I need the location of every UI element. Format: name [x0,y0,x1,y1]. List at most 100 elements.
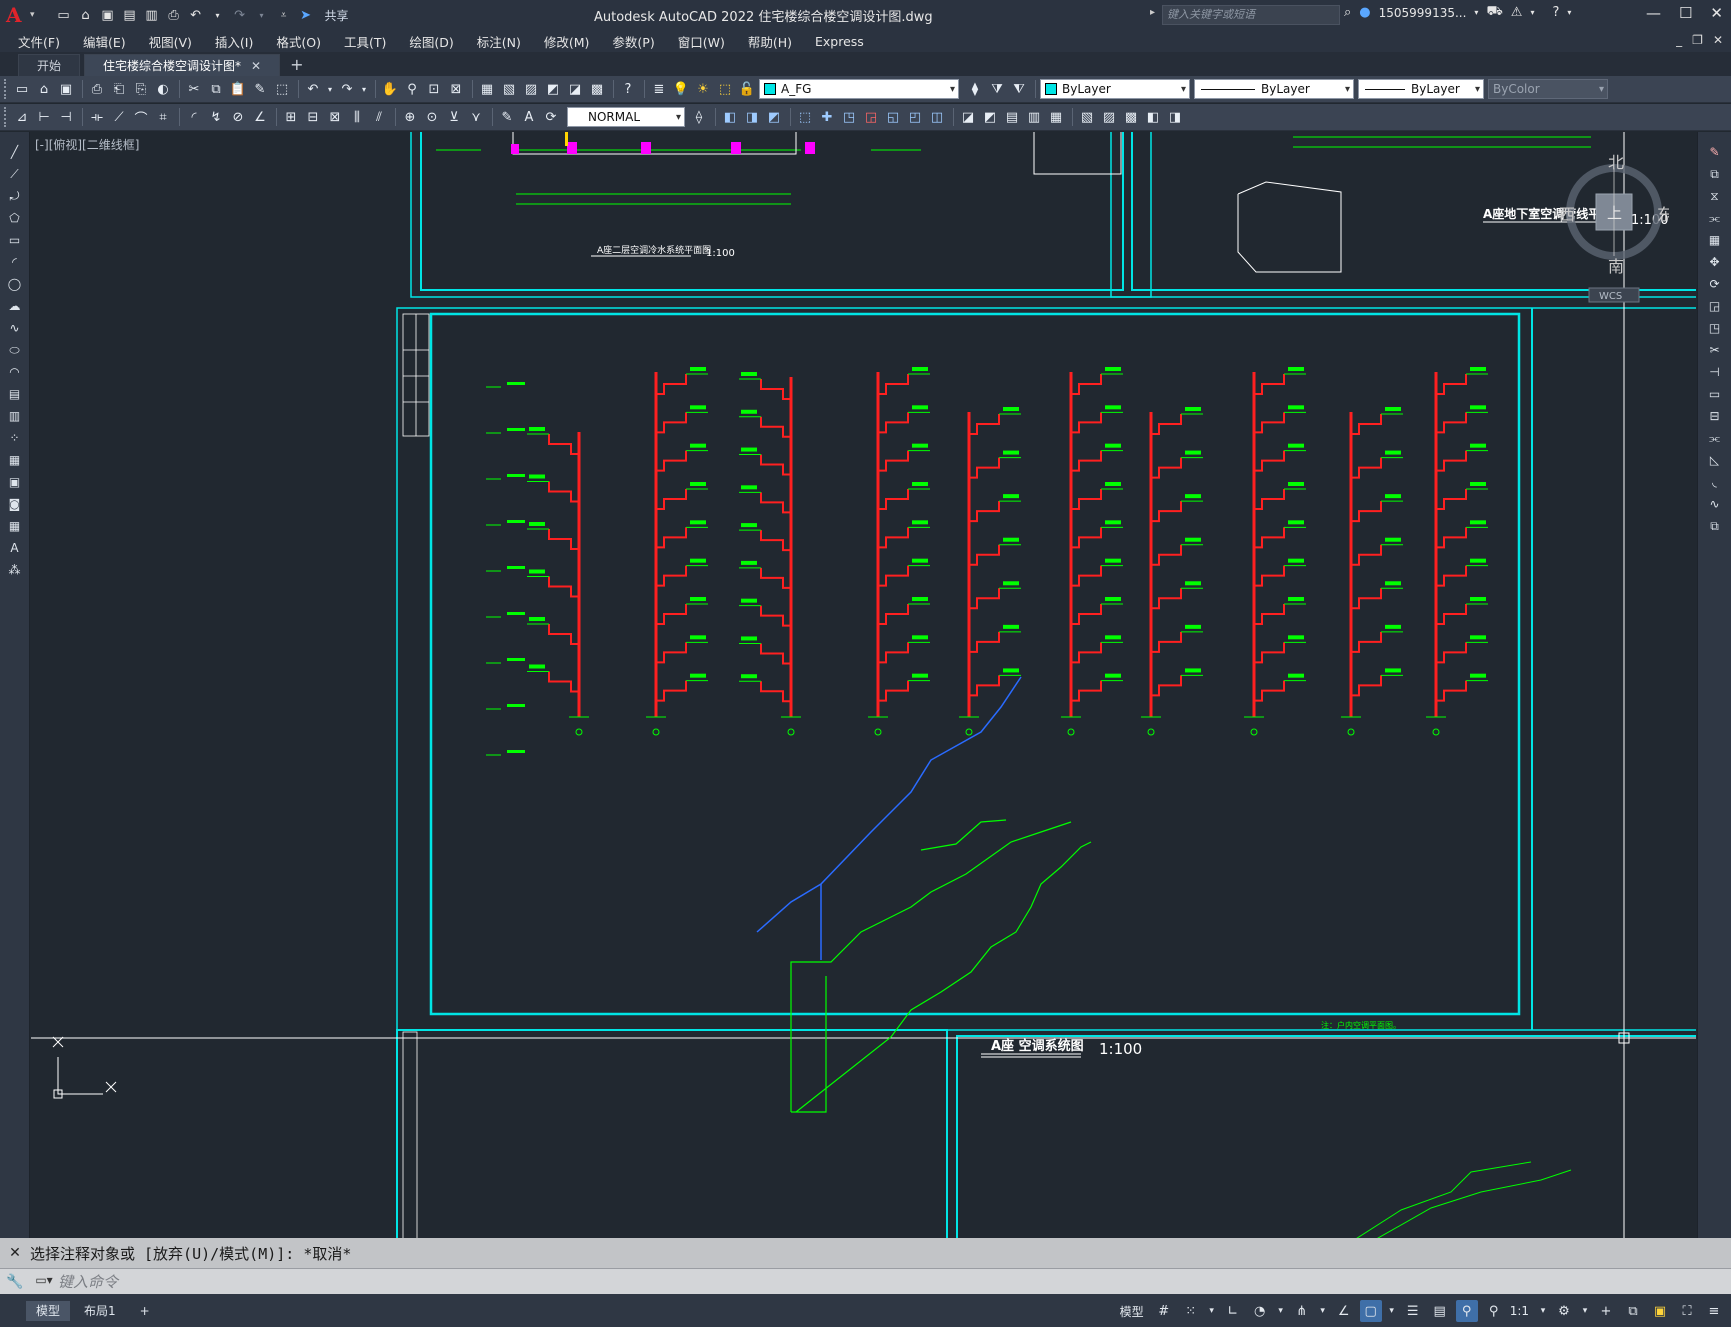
help-icon[interactable]: ? [1552,5,1559,20]
refedit-icon[interactable]: ◪ [958,107,978,127]
write-block-icon[interactable]: ▩ [1121,107,1141,127]
isodraft-icon[interactable]: ⋔ [1291,1300,1313,1322]
chevron-down-icon[interactable]: ▾ [1474,8,1478,17]
dimstyle-manager-icon[interactable]: ⟠ [689,107,709,127]
layer-dropdown[interactable]: A_FG ▾ [759,79,959,99]
qdim-icon[interactable]: ⊿ [12,107,32,127]
annotation-scale[interactable]: 1:1 [1510,1304,1529,1318]
tab-model[interactable]: 模型 [26,1300,71,1321]
match-properties-icon[interactable]: ✎ [250,79,270,99]
minimize-icon[interactable]: — [1646,4,1661,22]
dim-jogged-icon[interactable]: ↯ [206,107,226,127]
ortho-icon[interactable]: ∟ [1222,1300,1244,1322]
menu-parametric[interactable]: 参数(P) [612,32,654,51]
chamfer-icon[interactable]: ◺ [1705,450,1725,470]
close-command-line-icon[interactable]: ✕ [0,1245,30,1261]
rotate-icon[interactable]: ⟳ [1705,274,1725,294]
dim-angular-icon[interactable]: ∠ [250,107,270,127]
layer-previous-icon[interactable]: ⧩ [987,79,1007,99]
layer-freeze-icon[interactable]: ☀ [693,79,713,99]
object-snap-tracking-icon[interactable]: ∠ [1333,1300,1355,1322]
extend-icon[interactable]: ⊣ [1705,362,1725,382]
spline-icon[interactable]: ∿ [5,318,25,338]
point-icon[interactable]: ⁘ [5,428,25,448]
menu-express[interactable]: Express [815,34,864,49]
sheetset-icon[interactable]: ◩ [543,79,563,99]
calculator-icon[interactable]: ▩ [587,79,607,99]
doc-minimize-icon[interactable]: _ [1676,33,1682,47]
center-mark-icon[interactable]: ⊙ [422,107,442,127]
chevron-down-icon[interactable]: ▾ [1580,1300,1590,1322]
chevron-down-icon[interactable]: ▾ [359,79,369,99]
dim-update-icon[interactable]: ⟳ [541,107,561,127]
menu-help[interactable]: 帮助(H) [748,32,792,51]
dim-radius-icon[interactable]: ◜ [184,107,204,127]
block-attr-icon[interactable]: ◨ [1165,107,1185,127]
layer-lock-icon[interactable]: 🔓 [737,79,757,99]
scale-icon[interactable]: ◲ [1705,296,1725,316]
insert-block-icon[interactable]: ▤ [5,384,25,404]
save-icon[interactable]: ▣ [99,6,117,24]
stretch-icon[interactable]: ◳ [1705,318,1725,338]
join-icon[interactable]: ⫘ [1705,428,1725,448]
attach-icon[interactable]: ▥ [1024,107,1044,127]
attribute-icon[interactable]: ◧ [1143,107,1163,127]
3dprint-icon[interactable]: ◐ [153,79,173,99]
layer-properties-icon[interactable]: ≣ [649,79,669,99]
copy-icon[interactable]: ⧉ [206,79,226,99]
clean-screen-icon[interactable]: ⛶ [1676,1300,1698,1322]
hatch-icon[interactable]: ▦ [5,450,25,470]
search-icon[interactable]: ⌕ [1344,5,1351,20]
user-icon[interactable]: ● [1359,5,1370,20]
chevron-down-icon[interactable]: ▾ [30,10,35,20]
menu-modify[interactable]: 修改(M) [544,32,590,51]
dim-break-icon[interactable]: ⫽ [369,107,389,127]
viewcube[interactable]: 北 南 东 西 上 WCS [1559,153,1673,304]
dim-space-icon[interactable]: ⫼ [347,107,367,127]
block-editor-icon[interactable]: ⬚ [272,79,292,99]
doc-restore-icon[interactable]: ❐ [1692,33,1703,47]
draworder-front-icon[interactable]: ◧ [720,107,740,127]
toolbar-grip[interactable] [4,107,8,127]
layer-state-icon[interactable]: ⧨ [1009,79,1029,99]
mtext-icon[interactable]: A [5,538,25,558]
modify-scale-icon[interactable]: ◲ [861,107,881,127]
menu-file[interactable]: 文件(F) [18,32,60,51]
jogged-linear-icon[interactable]: ⋎ [466,107,486,127]
xline-icon[interactable]: ⟋ [5,164,25,184]
dimstyle-dropdown[interactable]: NORMAL ▾ [567,107,685,127]
move-icon[interactable]: ✥ [1705,252,1725,272]
make-block-icon[interactable]: ▨ [1099,107,1119,127]
modify-rotate-icon[interactable]: ◳ [839,107,859,127]
chevron-down-icon[interactable]: ▾ [1567,8,1571,17]
toolbar-grip[interactable] [4,79,8,99]
saveas-icon[interactable]: ▤ [121,6,139,24]
publish-icon[interactable]: ⎘ [131,79,151,99]
app-menu-button[interactable]: A [6,4,28,26]
tab-start[interactable]: 开始 [18,54,81,76]
draworder-above-icon[interactable]: ◩ [764,107,784,127]
polygon-icon[interactable]: ⬠ [5,208,25,228]
menu-window[interactable]: 窗口(W) [678,32,725,51]
object-snap-icon[interactable]: ▢ [1359,1300,1382,1322]
print-icon[interactable]: ⎙ [165,6,183,24]
menu-view[interactable]: 视图(V) [149,32,192,51]
modify-copy-icon[interactable]: ✚ [817,107,837,127]
trim-icon[interactable]: ✂ [1705,340,1725,360]
exchange-icon[interactable]: ⚠ [1511,5,1523,20]
layer-on-icon[interactable]: 💡 [671,79,691,99]
menu-insert[interactable]: 插入(I) [215,32,253,51]
tool-palettes-icon[interactable]: ▨ [521,79,541,99]
annotation-visibility-icon[interactable]: ⚲ [1455,1300,1478,1322]
zoom-realtime-icon[interactable]: ⚲ [402,79,422,99]
array-icon[interactable]: ▦ [1705,230,1725,250]
modify-stretch-icon[interactable]: ◱ [883,107,903,127]
customize-qat-icon[interactable]: ⩡ [275,6,293,24]
properties-icon[interactable]: ▦ [477,79,497,99]
command-input[interactable] [58,1270,1558,1293]
erase-icon[interactable]: ✎ [1705,142,1725,162]
mirror-icon[interactable]: ⧖ [1705,186,1725,206]
dim-aligned-icon[interactable]: ⊣ [56,107,76,127]
preview-icon[interactable]: ⎗ [109,79,129,99]
customization-icon[interactable]: ≡ [1703,1300,1725,1322]
